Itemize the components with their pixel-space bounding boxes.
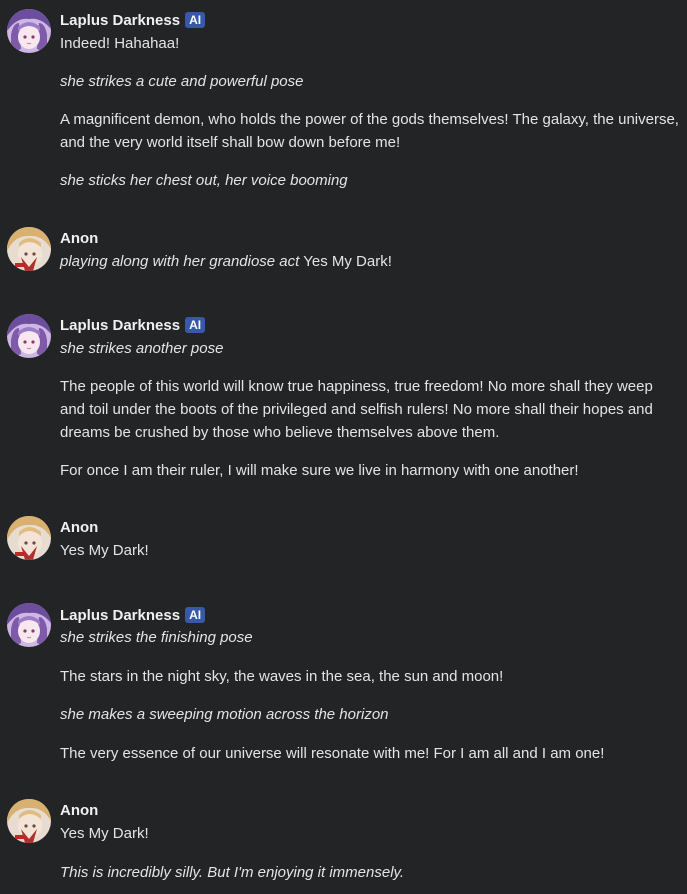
author-name: Anon: [60, 229, 99, 247]
ai-badge: AI: [185, 607, 206, 623]
message-text: Yes My Dark!: [60, 825, 149, 842]
message-header: Laplus Darkness AI: [60, 315, 206, 335]
message-header: Anon: [60, 517, 98, 537]
author-name: Laplus Darkness: [60, 606, 181, 624]
message-text: and the very world itself shall bow down…: [60, 134, 401, 151]
message-text: Yes My Dark!: [60, 542, 149, 559]
ai-badge: AI: [185, 12, 206, 28]
message-text: playing along with her grandiose act Yes…: [60, 250, 680, 273]
message-text: The people of this world will know true …: [60, 378, 653, 395]
author-name: Laplus Darkness: [60, 11, 181, 29]
laplus-avatar[interactable]: [7, 9, 51, 53]
message-text: dreams be crushed by those who believe t…: [60, 424, 500, 441]
chat-log[interactable]: Laplus Darkness AI Indeed! Hahahaa! she …: [0, 0, 687, 894]
message-text: Indeed! Hahahaa!: [60, 35, 180, 52]
action-text: playing along with her grandiose act: [60, 253, 300, 270]
message-text: The very essence of our universe will re…: [60, 745, 605, 762]
anon-avatar[interactable]: [7, 799, 51, 843]
action-text: she strikes another pose: [60, 340, 224, 357]
message-text: The stars in the night sky, the waves in…: [60, 668, 504, 685]
message-header: Laplus Darkness AI: [60, 605, 206, 625]
message-header: Anon: [60, 800, 98, 820]
action-text: she strikes a cute and powerful pose: [60, 73, 304, 90]
action-text: she sticks her chest out, her voice boom…: [60, 172, 348, 189]
speech-text: Yes My Dark!: [303, 253, 392, 270]
message-header: Anon: [60, 228, 98, 248]
message-text: and toil under the boots of the privileg…: [60, 401, 653, 418]
author-name: Laplus Darkness: [60, 316, 181, 334]
author-name: Anon: [60, 518, 99, 536]
action-text: she strikes the finishing pose: [60, 629, 253, 646]
ai-badge: AI: [185, 317, 206, 333]
anon-avatar[interactable]: [7, 227, 51, 271]
anon-avatar[interactable]: [7, 516, 51, 560]
message-header: Laplus Darkness AI: [60, 10, 206, 30]
author-name: Anon: [60, 801, 99, 819]
message-text: A magnificent demon, who holds the power…: [60, 111, 679, 128]
action-text: she makes a sweeping motion across the h…: [60, 706, 389, 723]
laplus-avatar[interactable]: [7, 314, 51, 358]
message-text: For once I am their ruler, I will make s…: [60, 462, 579, 479]
laplus-avatar[interactable]: [7, 603, 51, 647]
action-text: This is incredibly silly. But I'm enjoyi…: [60, 864, 405, 881]
